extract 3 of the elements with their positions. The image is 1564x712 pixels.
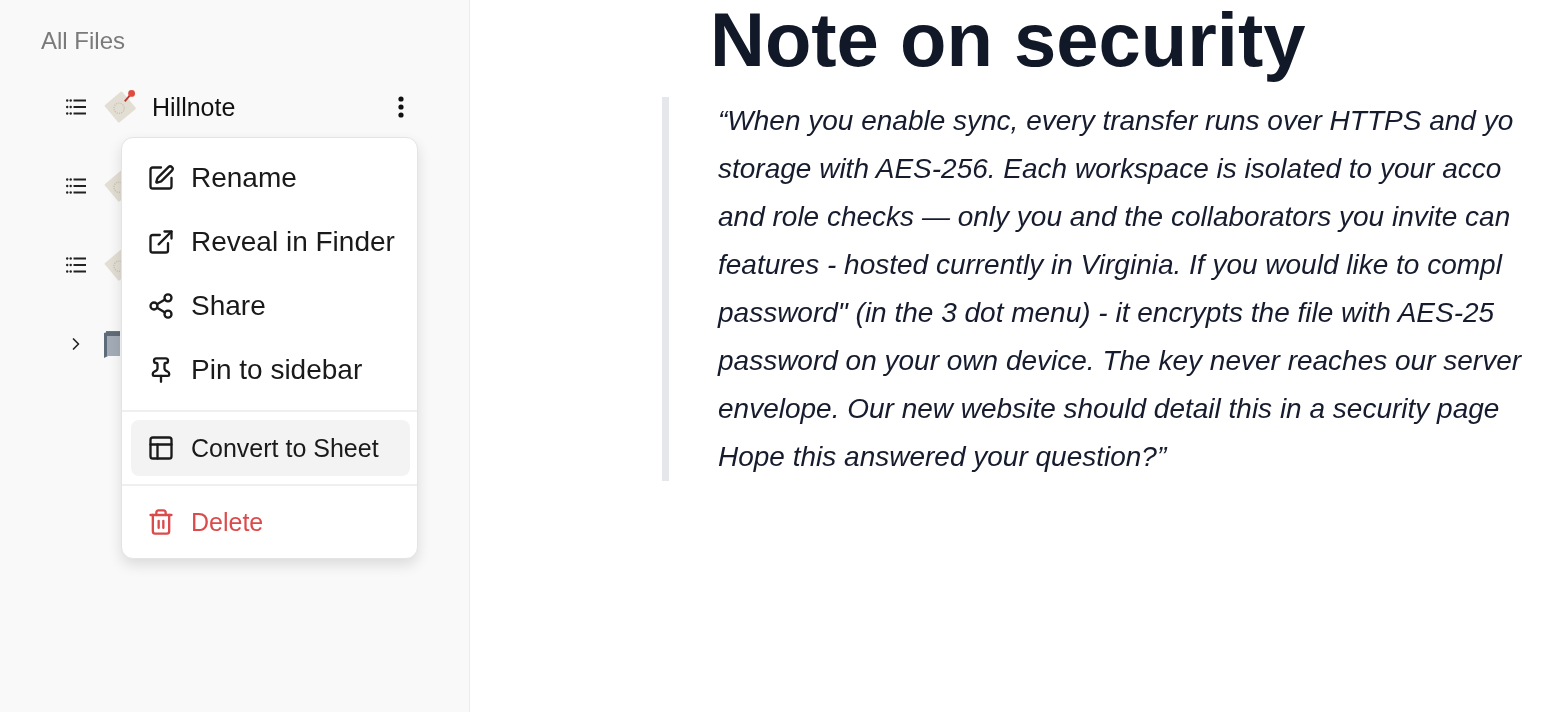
section-title: All Files xyxy=(41,27,125,55)
quote-text: “When you enable sync, every transfer runs over HTTPS and yo storage with AES-256. Each workspace is isolated to your acco and role checks — only you and the collaborators you invite can features - hosted currently in Virginia. If you would like to compl password" (in the 3 dot menu) - it encrypts the file with AES-25 password on your own device. The key never reaches our server envelope. Our new website should detail this in a security page Hope this answered your question?” xyxy=(718,104,1522,474)
document-title: Note on security xyxy=(710,0,1306,80)
